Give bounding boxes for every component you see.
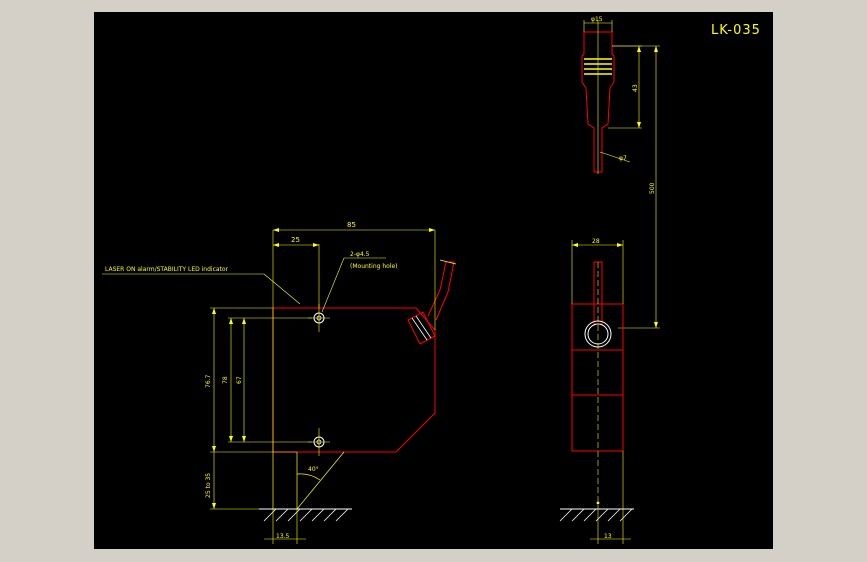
svg-text:500: 500	[649, 182, 656, 194]
svg-text:φ7: φ7	[619, 155, 627, 162]
svg-text:28: 28	[592, 238, 600, 245]
hole-note: 2-φ4.5 (Mounting hole)	[321, 251, 398, 313]
svg-text:78: 78	[222, 376, 229, 384]
connector	[581, 20, 615, 174]
svg-text:25: 25	[291, 236, 300, 244]
sensor-body-side	[571, 261, 624, 509]
technical-drawing: LK-035 40° 85 25 2-φ4.5 (Mounting hole) …	[102, 16, 761, 544]
dim-connector-len: 43	[608, 45, 642, 129]
svg-text:85: 85	[347, 221, 356, 229]
dim-height-front: 76.7	[205, 307, 297, 453]
svg-text:76.7: 76.7	[205, 374, 212, 388]
dim-base-side: 13	[590, 451, 631, 544]
cable-gland	[407, 259, 457, 345]
side-view: φ15 43 φ7 500 28 13	[559, 16, 660, 544]
svg-text:13.5: 13.5	[276, 533, 290, 540]
drawing-title: LK-035	[711, 23, 761, 38]
led-note: LASER ON alarm/STABILITY LED indicator	[102, 266, 301, 305]
svg-text:φ15: φ15	[591, 16, 603, 23]
svg-text:13: 13	[604, 533, 612, 540]
svg-text:LASER ON alarm/STABILITY LED i: LASER ON alarm/STABILITY LED indicator	[105, 266, 229, 273]
beam-line	[296, 451, 345, 510]
svg-text:(Mounting hole): (Mounting hole)	[350, 263, 398, 270]
front-view: 40° 85 25 2-φ4.5 (Mounting hole) LASER O…	[102, 221, 457, 544]
svg-text:67: 67	[236, 376, 243, 384]
dim-inner: 67	[236, 318, 246, 442]
sensor-body-outline	[272, 307, 436, 453]
svg-text:43: 43	[632, 84, 639, 92]
dim-range: 25 to 35	[205, 452, 259, 510]
svg-text:25 to 35: 25 to 35	[205, 473, 212, 498]
svg-text:2-φ4.5: 2-φ4.5	[350, 251, 370, 258]
dim-angle: 40°	[308, 466, 319, 473]
drawing-canvas[interactable]: LK-035 40° 85 25 2-φ4.5 (Mounting hole) …	[94, 12, 773, 549]
dim-cable-dia: φ7	[599, 151, 631, 163]
dim-hole-offset: 25	[273, 236, 320, 308]
dim-width-side: 28	[571, 238, 624, 304]
cad-viewport[interactable]: LK-035 40° 85 25 2-φ4.5 (Mounting hole) …	[0, 0, 867, 562]
